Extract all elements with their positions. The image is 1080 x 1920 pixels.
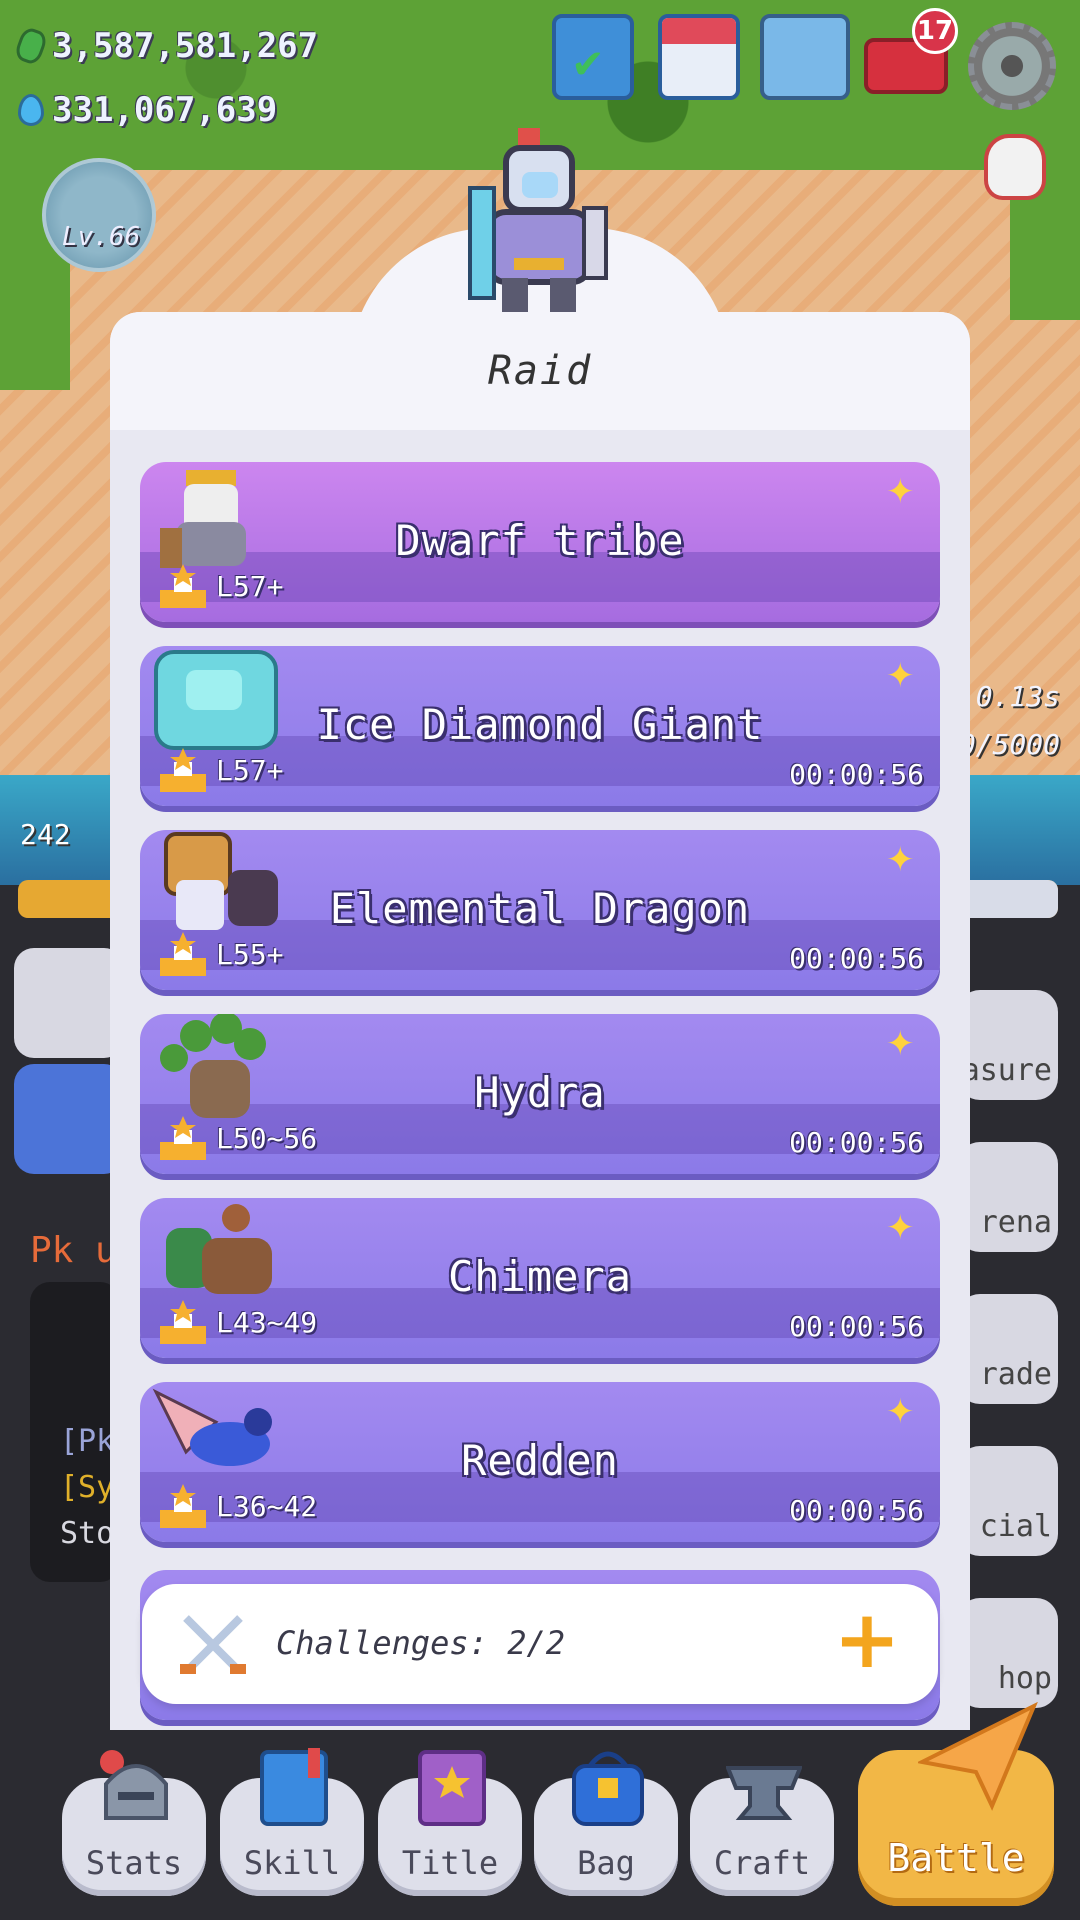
podium-icon [160,748,206,792]
arena-button[interactable]: rena [958,1142,1058,1252]
water-value: 331,067,639 [52,90,278,130]
nav-stats-button[interactable]: Stats [62,1750,206,1896]
modal-title: Raid [487,348,593,394]
raid-timer: 00:00:56 [789,1310,924,1343]
quest-clipboard-icon[interactable] [552,14,634,100]
chat-line: Sto [60,1516,115,1551]
nav-skill-label: Skill [243,1844,341,1882]
nav-craft-label: Craft [713,1844,811,1882]
chat-line: [Pk [60,1424,115,1459]
raid-name: Hydra [474,1068,606,1117]
battle-label: Battle [887,1836,1025,1880]
nav-skill-button[interactable]: Skill [220,1748,364,1896]
raid-name: Redden [461,1436,619,1485]
gem-counter: 3,587,581,267 [12,25,319,67]
podium-icon [160,1116,206,1160]
nav-bag-button[interactable]: Bag [534,1751,678,1896]
side-progress: 0/5000 [958,728,1060,761]
raid-level: L36~42 [216,1490,318,1523]
calendar-icon[interactable] [658,14,740,100]
sparkle-icon: ✦ [886,1024,915,1064]
raid-name: Elemental Dragon [329,884,751,933]
raid-level: L50~56 [216,1122,318,1155]
podium-icon [160,1300,206,1344]
gem-icon [12,25,50,67]
raid-card-chimera[interactable]: L43~49 Chimera 00:00:56 ✦ [140,1198,940,1358]
trade-button[interactable]: rade [958,1294,1058,1404]
nav-stats-label: Stats [85,1844,183,1882]
challenges-bar: Challenges: 2/2 + [142,1584,938,1704]
settings-gear-icon[interactable] [968,22,1056,110]
sparkle-icon: ✦ [886,1392,915,1432]
sparkle-icon: ✦ [886,840,915,880]
add-challenge-plus-icon[interactable]: + [832,1600,902,1680]
raid-modal: Raid L57+ Dwarf tribe ✦ L57+ Ice Diamond… [110,312,970,1730]
left-counter: 242 [20,818,71,851]
title-book-icon [418,1750,486,1826]
nav-title-label: Title [401,1844,499,1882]
podium-icon [160,1484,206,1528]
treasure-chest-icon[interactable] [760,14,850,100]
raid-card-hydra[interactable]: L50~56 Hydra 00:00:56 ✦ [140,1014,940,1174]
hero-slot-2[interactable] [14,1064,124,1174]
podium-icon [160,564,206,608]
raid-level: L43~49 [216,1306,318,1339]
raid-card-dwarf-tribe[interactable]: L57+ Dwarf tribe ✦ [140,462,940,622]
nav-title-button[interactable]: Title [378,1750,522,1896]
nav-craft-button[interactable]: Craft [690,1766,834,1896]
shop-button[interactable]: hop [958,1598,1058,1708]
anvil-icon [726,1766,802,1820]
raid-name: Chimera [447,1252,632,1301]
paper-plane-icon [918,1702,1038,1811]
social-button[interactable]: cial [958,1446,1058,1556]
sparkle-icon: ✦ [886,1208,915,1248]
raid-timer: 00:00:56 [789,1126,924,1159]
raid-level: L57+ [216,570,284,603]
side-timer: 0.13s [975,680,1060,713]
bag-icon [572,1751,644,1826]
sparkle-icon: ✦ [886,472,915,512]
raid-timer: 00:00:56 [789,758,924,791]
raid-card-ice-diamond-giant[interactable]: L57+ Ice Diamond Giant 00:00:56 ✦ [140,646,940,806]
helmet-icon [100,1750,168,1820]
nav-bag-label: Bag [577,1844,635,1882]
skull-icon[interactable] [984,134,1046,200]
hero-slot-1[interactable] [14,948,124,1058]
modal-header: Raid [110,312,970,430]
water-counter: 331,067,639 [18,90,277,130]
raid-card-redden[interactable]: L36~42 Redden 00:00:56 ✦ [140,1382,940,1542]
raid-timer: 00:00:56 [789,1494,924,1527]
treasure-button[interactable]: asure [958,990,1058,1100]
raid-level: L55+ [216,938,284,971]
raid-boss-portrait [468,128,608,322]
player-level: Lv.66 [62,222,141,252]
player-avatar[interactable] [42,158,156,272]
pk-text: Pk u [30,1230,117,1271]
challenges-count: Challenges: 2/2 [276,1624,565,1662]
sparkle-icon: ✦ [886,656,915,696]
chat-line: [Sy [60,1470,115,1505]
water-drop-icon [18,94,44,126]
raid-card-elemental-dragon[interactable]: L55+ Elemental Dragon 00:00:56 ✦ [140,830,940,990]
skill-book-icon [260,1748,328,1826]
gem-value: 3,587,581,267 [52,26,319,66]
crossed-swords-icon [180,1615,246,1674]
battle-button[interactable]: Battle [858,1702,1054,1906]
mail-badge: 17 [912,8,958,54]
raid-name: Dwarf tribe [395,516,685,565]
raid-timer: 00:00:56 [789,942,924,975]
raid-name: Ice Diamond Giant [316,700,764,749]
podium-icon [160,932,206,976]
raid-level: L57+ [216,754,284,787]
